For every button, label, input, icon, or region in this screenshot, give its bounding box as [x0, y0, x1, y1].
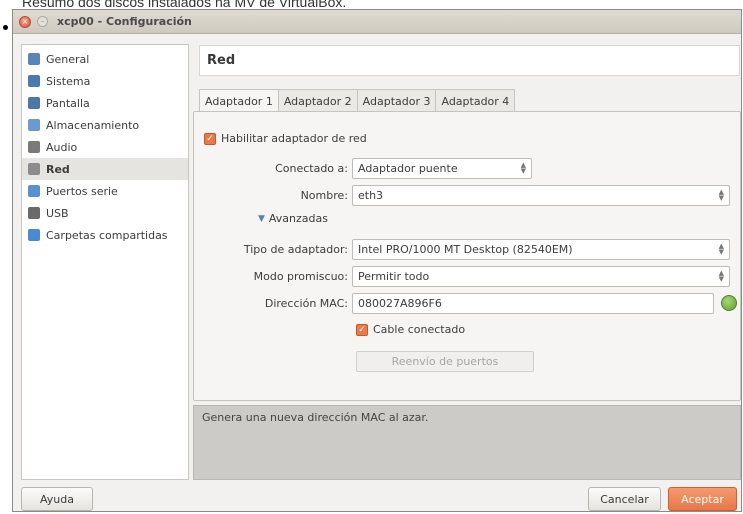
tab-adapter-4[interactable]: Adaptador 4 [435, 89, 516, 112]
settings-sidebar: General Sistema Pantalla Almacenamiento Audi… [21, 44, 189, 480]
section-title: Red [207, 53, 236, 68]
name-value: eth3 [358, 189, 384, 202]
mac-label: Dirección MAC: [264, 297, 348, 310]
adapter-tabs: Adaptador 1 Adaptador 2 Adaptador 3 Adap… [199, 89, 516, 112]
adapter-type-row: Tipo de adaptador: Intel PRO/1000 MT Des… [204, 239, 730, 260]
sidebar-item-label: Red [46, 162, 70, 176]
tab-adapter-3[interactable]: Adaptador 3 [356, 89, 437, 112]
name-label: Nombre: [300, 189, 348, 202]
sidebar-item-label: Audio [46, 140, 78, 154]
adapter-panel: ✓ Habilitar adaptador de red Conectado a… [193, 111, 741, 401]
title-bar: × – xcp00 - Configuración [13, 10, 741, 34]
adapter-type-label: Tipo de adaptador: [243, 243, 348, 256]
info-text: Genera una nueva dirección MAC al azar. [202, 411, 429, 424]
enable-adapter-checkbox[interactable]: ✓ [204, 132, 216, 145]
info-box: Genera una nueva dirección MAC al azar. [193, 405, 741, 480]
storage-icon [28, 119, 40, 131]
sidebar-item-label: Carpetas compartidas [46, 228, 168, 242]
settings-window: × – xcp00 - Configuración General Sistema… [12, 9, 742, 512]
window-title: xcp00 - Configuración [57, 15, 192, 28]
port-forwarding-button[interactable]: Reenvío de puertos [356, 351, 534, 372]
tab-adapter-1[interactable]: Adaptador 1 [199, 89, 279, 112]
sidebar-item-system[interactable]: Sistema [22, 70, 188, 92]
adapter-type-select[interactable]: Intel PRO/1000 MT Desktop (82540EM) ▲ ▼ [352, 239, 730, 260]
advanced-label: Avanzadas [268, 212, 328, 225]
attached-to-select[interactable]: Adaptador puente ▲ ▼ [352, 158, 532, 179]
sidebar-item-shared-folders[interactable]: Carpetas compartidas [22, 224, 188, 246]
promisc-select[interactable]: Permitir todo ▲ ▼ [352, 266, 730, 287]
attached-to-value: Adaptador puente [358, 162, 458, 175]
combo-arrows-icon: ▲ ▼ [718, 269, 724, 283]
sidebar-item-label: Puertos serie [46, 184, 118, 198]
minimize-icon[interactable]: – [37, 16, 48, 27]
sidebar-item-label: General [46, 52, 90, 66]
enable-adapter-row[interactable]: ✓ Habilitar adaptador de red [204, 132, 367, 145]
sidebar-item-label: Almacenamiento [46, 118, 140, 132]
serial-ports-icon [28, 185, 40, 197]
attached-row: Conectado a: Adaptador puente ▲ ▼ [204, 158, 532, 179]
combo-arrows-icon: ▲ ▼ [718, 188, 724, 202]
sidebar-item-display[interactable]: Pantalla [22, 92, 188, 114]
audio-icon [28, 141, 40, 153]
sidebar-item-network[interactable]: Red [22, 158, 188, 180]
usb-icon [28, 207, 40, 219]
promisc-row: Modo promiscuo: Permitir todo ▲ ▼ [204, 266, 730, 287]
help-button[interactable]: Ayuda [21, 487, 93, 511]
section-header: Red [199, 45, 740, 76]
accept-button[interactable]: Aceptar [668, 487, 737, 511]
general-icon [28, 53, 40, 65]
sidebar-item-usb[interactable]: USB [22, 202, 188, 224]
combo-arrows-icon: ▲ ▼ [718, 242, 724, 256]
sidebar-item-label: Sistema [46, 74, 91, 88]
cable-connected-label: Cable conectado [373, 323, 466, 336]
sidebar-item-serial-ports[interactable]: Puertos serie [22, 180, 188, 202]
sidebar-item-general[interactable]: General [22, 48, 188, 70]
combo-arrows-icon: ▲ ▼ [520, 161, 526, 175]
sidebar-item-label: USB [46, 206, 69, 220]
display-icon [28, 97, 40, 109]
sidebar-item-audio[interactable]: Audio [22, 136, 188, 158]
refresh-mac-icon[interactable] [721, 295, 737, 311]
cable-row[interactable]: ✓ Cable conectado [356, 323, 465, 336]
bullet-dot [3, 25, 8, 30]
promisc-value: Permitir todo [358, 270, 430, 283]
enable-adapter-label: Habilitar adaptador de red [221, 132, 367, 145]
system-icon [28, 75, 40, 87]
sidebar-item-storage[interactable]: Almacenamiento [22, 114, 188, 136]
shared-folders-icon [28, 229, 40, 241]
attached-label: Conectado a: [275, 162, 348, 175]
adapter-type-value: Intel PRO/1000 MT Desktop (82540EM) [358, 243, 573, 256]
cable-connected-checkbox[interactable]: ✓ [356, 323, 368, 336]
name-select[interactable]: eth3 ▲ ▼ [352, 185, 730, 206]
mac-input[interactable]: 080027A896F6 [352, 293, 714, 314]
advanced-toggle[interactable]: ▼ Avanzadas [258, 212, 328, 225]
mac-value: 080027A896F6 [358, 297, 442, 310]
sidebar-item-label: Pantalla [46, 96, 90, 110]
mac-row: Dirección MAC: 080027A896F6 [204, 293, 714, 314]
expand-triangle-icon: ▼ [258, 213, 265, 224]
cancel-button[interactable]: Cancelar [588, 487, 661, 511]
tab-adapter-2[interactable]: Adaptador 2 [277, 89, 358, 112]
close-icon[interactable]: × [19, 15, 31, 28]
name-row: Nombre: eth3 ▲ ▼ [204, 185, 730, 206]
promisc-label: Modo promiscuo: [253, 270, 348, 283]
network-icon [28, 163, 40, 175]
